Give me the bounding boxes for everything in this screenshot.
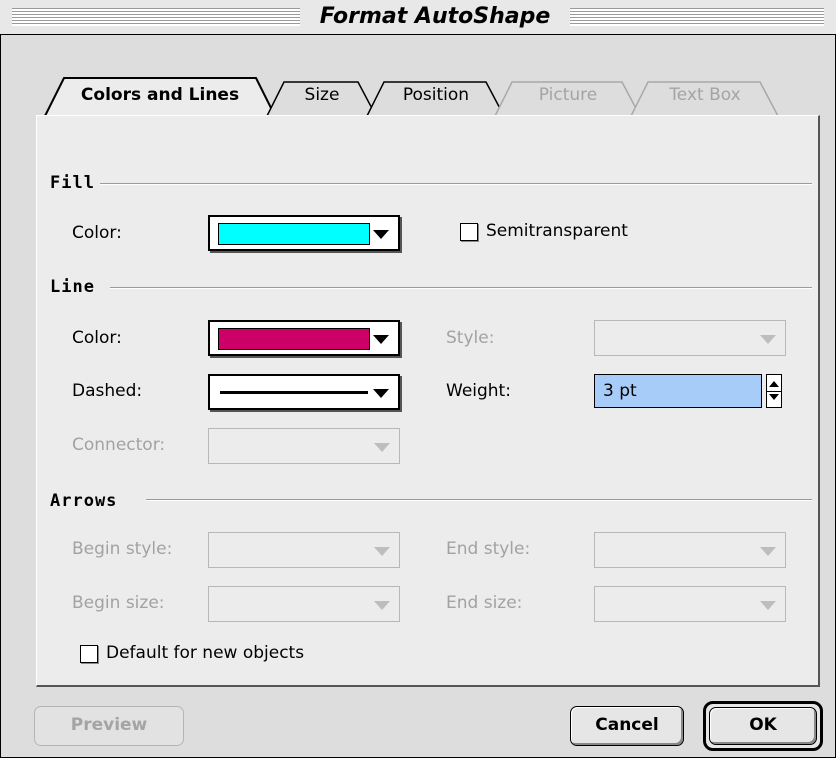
tab-label: Text Box bbox=[669, 85, 741, 105]
line-color-swatch bbox=[218, 328, 370, 350]
line-style-popup bbox=[594, 320, 786, 356]
line-section-title: Line bbox=[50, 277, 95, 297]
tab-text-box: Text Box bbox=[630, 76, 780, 116]
dashed-label: Dashed: bbox=[72, 381, 143, 401]
fill-color-popup[interactable] bbox=[208, 215, 400, 251]
semitransparent-label: Semitransparent bbox=[486, 221, 628, 241]
begin-style-popup bbox=[208, 532, 400, 568]
fill-section-title: Fill bbox=[50, 173, 95, 193]
popup-arrow-icon bbox=[373, 389, 389, 398]
dashed-popup[interactable] bbox=[208, 374, 400, 410]
weight-label: Weight: bbox=[446, 381, 511, 401]
fill-divider bbox=[100, 183, 812, 185]
weight-input-value: 3 pt bbox=[603, 381, 637, 401]
line-color-label: Color: bbox=[72, 328, 122, 348]
popup-arrow-icon bbox=[374, 443, 390, 452]
tab-size[interactable]: Size bbox=[266, 76, 378, 116]
preview-button: Preview bbox=[34, 706, 184, 746]
connector-popup bbox=[208, 428, 400, 464]
tab-label: Colors and Lines bbox=[80, 85, 240, 105]
stepper-down-icon[interactable] bbox=[769, 394, 779, 400]
end-style-popup bbox=[594, 532, 786, 568]
line-divider bbox=[110, 287, 812, 289]
fill-color-swatch bbox=[218, 223, 370, 245]
line-style-label: Style: bbox=[446, 328, 495, 348]
weight-stepper[interactable] bbox=[766, 374, 782, 408]
weight-input[interactable]: 3 pt bbox=[594, 374, 762, 408]
stepper-up-icon[interactable] bbox=[769, 381, 779, 387]
begin-style-label: Begin style: bbox=[72, 539, 173, 559]
tab-colors-and-lines[interactable]: Colors and Lines bbox=[44, 76, 276, 116]
end-size-popup bbox=[594, 586, 786, 622]
fill-color-label: Color: bbox=[72, 223, 122, 243]
begin-size-popup bbox=[208, 586, 400, 622]
ok-button[interactable]: OK bbox=[709, 707, 817, 745]
popup-arrow-icon bbox=[760, 601, 776, 610]
end-style-label: End style: bbox=[446, 539, 531, 559]
default-for-new-objects-checkbox[interactable] bbox=[80, 645, 98, 663]
semitransparent-checkbox[interactable] bbox=[460, 223, 478, 241]
window-title: Format AutoShape bbox=[300, 4, 570, 30]
popup-arrow-icon bbox=[760, 547, 776, 556]
popup-arrow-icon bbox=[374, 601, 390, 610]
tab-label: Picture bbox=[538, 85, 598, 105]
stepper-divider bbox=[767, 391, 781, 392]
begin-size-label: Begin size: bbox=[72, 593, 165, 613]
line-color-popup[interactable] bbox=[208, 320, 400, 356]
end-size-label: End size: bbox=[446, 593, 523, 613]
arrows-divider bbox=[146, 499, 812, 501]
arrows-section-title: Arrows bbox=[50, 491, 118, 511]
popup-arrow-icon bbox=[374, 547, 390, 556]
tab-label: Size bbox=[304, 85, 340, 105]
connector-label: Connector: bbox=[72, 435, 166, 455]
tab-picture: Picture bbox=[494, 76, 642, 116]
tab-label: Position bbox=[402, 85, 470, 105]
tab-position[interactable]: Position bbox=[366, 76, 506, 116]
popup-arrow-icon bbox=[760, 335, 776, 344]
default-for-new-objects-label: Default for new objects bbox=[106, 643, 305, 663]
title-bar[interactable]: Format AutoShape bbox=[0, 0, 836, 35]
popup-arrow-icon bbox=[373, 230, 389, 239]
cancel-button[interactable]: Cancel bbox=[570, 706, 684, 746]
popup-arrow-icon bbox=[373, 335, 389, 344]
dash-style-preview bbox=[220, 391, 368, 394]
